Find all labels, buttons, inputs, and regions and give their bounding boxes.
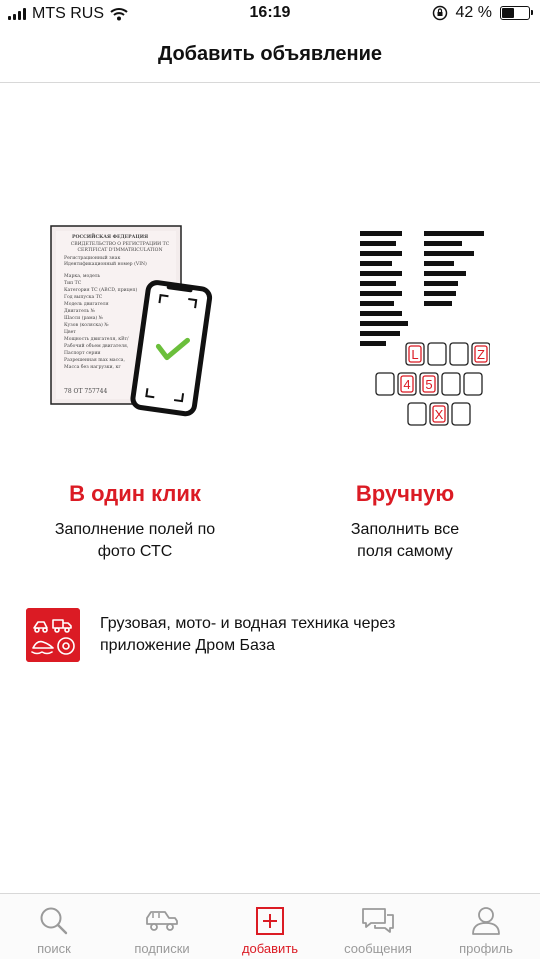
document-line: Мощность двигателя, кВт/ [64, 336, 129, 342]
document-line: Масса без нагрузки, кг [64, 363, 121, 370]
key-label: X [435, 407, 444, 422]
document-line: Идентификационный номер (VIN) [64, 260, 147, 267]
option-manual-title: Вручную [355, 481, 455, 506]
orientation-lock-icon [432, 5, 447, 21]
option-manual-description: Заполнить все поля самому [350, 521, 460, 560]
tab-profile-label: профиль [459, 941, 513, 956]
document-line: Шасси (рама) № [64, 314, 103, 321]
tab-subscriptions[interactable]: подписки [108, 894, 216, 959]
tab-add-label: добавить [241, 941, 299, 956]
tab-search-label: поиск [37, 941, 71, 956]
key-label: 5 [425, 377, 432, 392]
drom-baza-logo [26, 608, 80, 662]
document-line: Год выпуска ТС [64, 294, 103, 300]
document-line: Двигатель № [64, 308, 95, 314]
nav-header: Добавить объявление [0, 28, 540, 83]
tab-messages[interactable]: сообщения [324, 894, 432, 959]
search-icon [40, 907, 68, 935]
sts-photo-illustration: РОССИЙСКАЯ ФЕДЕРАЦИЯСВИДЕТЕЛЬСТВО О РЕГИ… [50, 225, 213, 417]
option-photo-title: В один клик [69, 481, 201, 506]
tab-bar: поиск подписки добавить сообщения профил… [0, 893, 540, 959]
battery-icon [500, 6, 533, 20]
status-bar: MTS RUS 16:19 42 % [0, 0, 540, 28]
key-label: L [411, 347, 418, 362]
battery-percent: 42 % [455, 4, 492, 21]
key-label: Z [477, 347, 485, 362]
chat-icon [362, 908, 394, 933]
option-photo-description: Заполнение полей по фото СТС [54, 521, 216, 560]
tab-subscriptions-label: подписки [134, 941, 190, 956]
option-manual[interactable]: L Z 4 5 X Вручную Заполнить все поля сам… [270, 215, 540, 563]
document-line: СВИДЕТЕЛЬСТВО О РЕГИСТРАЦИИ ТС [71, 241, 170, 247]
promo-text: Грузовая, мото- и водная техника через п… [100, 615, 396, 654]
document-line: Регистрационный знак [64, 255, 120, 261]
document-line: Разрешенная max масса, [64, 357, 126, 363]
option-photo[interactable]: РОССИЙСКАЯ ФЕДЕРАЦИЯ СВИДЕТЕЛЬСТВО О РЕГИ… [0, 215, 270, 563]
document-line: Категория ТС (ABCD, прицеп) [64, 286, 137, 293]
tab-profile[interactable]: профиль [432, 894, 540, 959]
tab-add[interactable]: добавить [216, 894, 324, 959]
key-label: 4 [403, 377, 410, 392]
document-line: CERTIFICAT D'IMMATRICULATION [78, 247, 163, 253]
keyboard-form-illustration: L Z 4 5 X [360, 231, 490, 426]
document-line: Тип ТС [64, 280, 82, 286]
document-line: Марка, модель [64, 273, 101, 279]
tab-messages-label: сообщения [344, 941, 412, 956]
car-icon [146, 911, 178, 931]
status-right: 42 % [432, 4, 533, 22]
document-line: Цвет [64, 329, 76, 335]
profile-icon [472, 907, 500, 935]
document-line: Паспорт серии [64, 350, 100, 356]
drom-baza-promo[interactable]: Грузовая, мото- и водная техника через п… [26, 607, 516, 663]
document-line: Кузов (коляска) № [64, 321, 109, 328]
document-line: Модель двигателя [64, 301, 109, 307]
add-icon [256, 907, 284, 935]
document-line: 78 ОТ 757744 [64, 388, 107, 395]
document-line: Рабочий объем двигателя, [64, 342, 129, 349]
battery-fill [502, 8, 514, 18]
page-title: Добавить объявление [157, 43, 383, 65]
tab-search[interactable]: поиск [0, 894, 108, 959]
